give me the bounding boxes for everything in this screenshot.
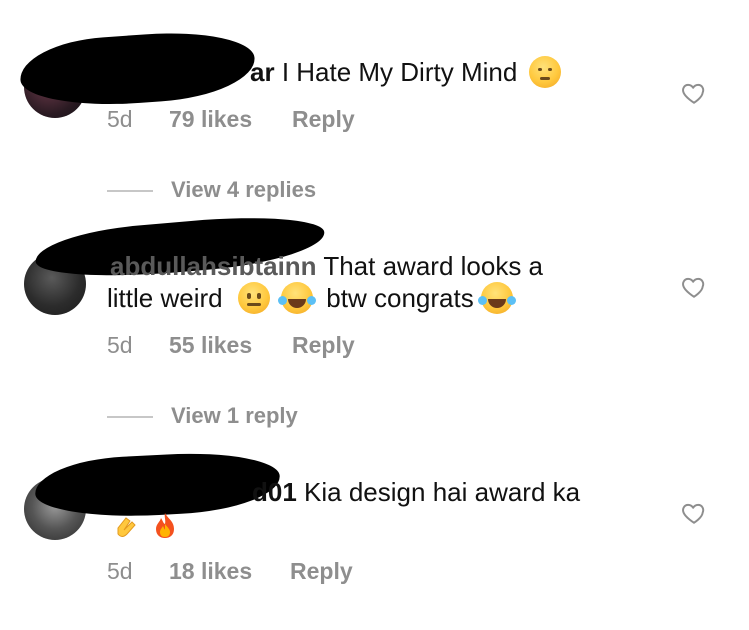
timestamp: 5d bbox=[107, 558, 133, 584]
heart-icon[interactable] bbox=[681, 500, 707, 526]
username[interactable]: d01 bbox=[252, 477, 297, 507]
fire-icon bbox=[156, 513, 174, 538]
likes-count[interactable]: 18 likes bbox=[169, 558, 252, 585]
clap-hands-icon bbox=[117, 517, 136, 537]
comment-3: d01 Kia design hai award ka 5d 18 likes … bbox=[0, 0, 749, 630]
comment-body: Kia design hai award ka bbox=[304, 477, 581, 507]
comment-text: d01 Kia design hai award ka bbox=[252, 476, 580, 508]
reply-button[interactable]: Reply bbox=[290, 558, 353, 585]
